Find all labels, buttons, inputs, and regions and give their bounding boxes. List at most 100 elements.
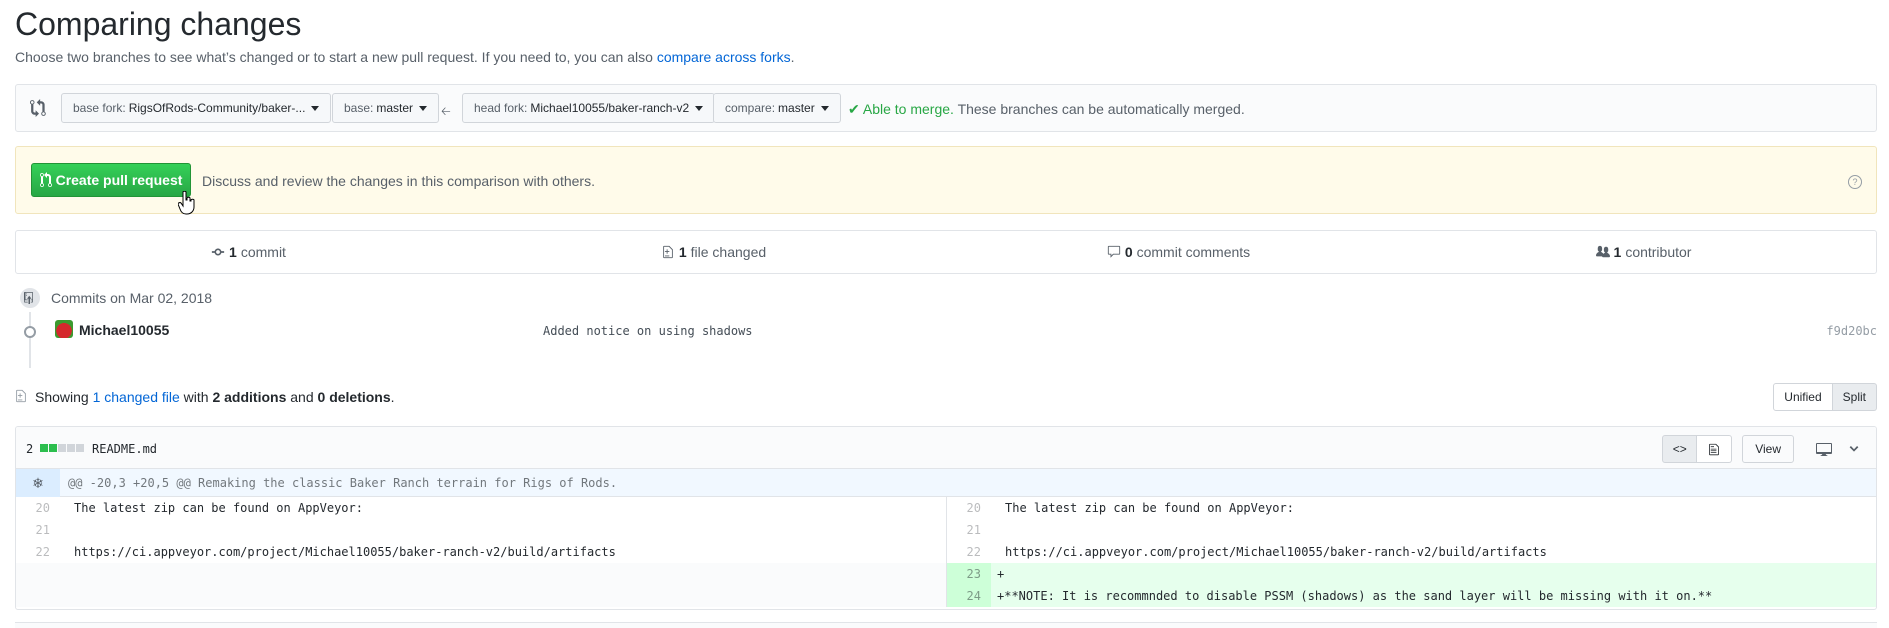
- left-line-number[interactable]: 22: [16, 541, 60, 563]
- avatar[interactable]: [55, 320, 73, 338]
- contributors-count: 1: [1613, 244, 1622, 260]
- commit-message-link[interactable]: Added notice on using shadows: [543, 324, 753, 338]
- right-line-number[interactable]: 20: [947, 497, 991, 519]
- right-code: https://ci.appveyor.com/project/Michael1…: [1005, 545, 1547, 559]
- check-icon: ✔: [848, 101, 860, 117]
- people-icon: [1595, 245, 1610, 258]
- base-fork-select[interactable]: base fork: RigsOfRods-Community/baker-...: [61, 93, 332, 123]
- diffstat-end: .: [390, 389, 395, 405]
- left-line-number[interactable]: 20: [16, 497, 60, 519]
- pr-description: Discuss and review the changes in this c…: [202, 173, 595, 189]
- left-code: The latest zip can be found on AppVeyor:: [74, 501, 363, 515]
- subtitle-end: .: [790, 49, 795, 65]
- file-diff-icon: [16, 389, 26, 403]
- arrow-left-icon: 🡠: [441, 104, 451, 118]
- caret-icon: [820, 105, 829, 111]
- file-actions: <> View: [1662, 435, 1866, 463]
- commit-comments-tab[interactable]: 0 commit comments: [946, 231, 1411, 273]
- comments-label: commit comments: [1136, 244, 1251, 260]
- view-file-button[interactable]: View: [1742, 435, 1794, 463]
- merge-status-text: These branches can be automatically merg…: [957, 101, 1245, 117]
- git-commit-icon: [24, 326, 36, 338]
- hunk-header-text: @@ -20,3 +20,5 @@ Remaking the classic B…: [68, 476, 618, 490]
- base-label: base:: [344, 101, 374, 115]
- git-commit-icon: [211, 248, 225, 256]
- diffstat-summary: Showing 1 changed file with 2 additions …: [35, 389, 395, 405]
- right-code: The latest zip can be found on AppVeyor:: [1005, 501, 1294, 515]
- file-name-link[interactable]: README.md: [92, 442, 157, 456]
- pointer-cursor-icon: [178, 191, 195, 215]
- right-line-number[interactable]: 21: [947, 519, 991, 541]
- caret-icon: [311, 105, 320, 111]
- page-title: Comparing changes: [15, 6, 302, 42]
- file-diff: 2 README.md <> View ❄ @@ -20,3 +20,5 @@ …: [15, 426, 1877, 610]
- file-icon[interactable]: [1697, 435, 1733, 463]
- added-code: +**NOTE: It is recommnded to disable PSS…: [991, 585, 1876, 607]
- files-label: file changed: [690, 244, 767, 260]
- base-fork-value: RigsOfRods-Community/baker-...: [128, 101, 306, 115]
- left-code: [60, 519, 946, 541]
- diff-row-addition: 23 +: [16, 563, 1876, 585]
- left-line-number[interactable]: 21: [16, 519, 60, 541]
- file-change-count: 2: [26, 442, 34, 456]
- hunk-header: ❄ @@ -20,3 +20,5 @@ Remaking the classic…: [16, 469, 1876, 497]
- compare-label: compare:: [725, 101, 776, 115]
- repo-push-icon: [18, 286, 42, 310]
- comments-count: 0: [1124, 244, 1133, 260]
- question-icon[interactable]: ?: [1848, 175, 1862, 189]
- files-count: 1: [678, 244, 687, 260]
- range-editor: base fork: RigsOfRods-Community/baker-...…: [15, 84, 1877, 132]
- comparison-summary: 1 commit 1 file changed 0 commit comments 1…: [15, 230, 1877, 274]
- diffstat-prefix: Showing: [35, 389, 89, 405]
- create-pull-request-button[interactable]: Create pull request: [31, 163, 191, 197]
- subtitle-text: Choose two branches to see what’s change…: [15, 49, 653, 65]
- base-branch-select[interactable]: base: master: [332, 93, 440, 123]
- commit-group-date: Commits on Mar 02, 2018: [51, 290, 213, 306]
- diff-row: 20 The latest zip can be found on AppVeyo…: [16, 497, 1876, 519]
- diff-row-addition: 24 +**NOTE: It is recommnded to disable P…: [16, 585, 1876, 607]
- empty-cell: [16, 585, 946, 607]
- create-pull-request-label: Create pull request: [55, 172, 183, 188]
- additions-count: 2 additions: [212, 389, 287, 405]
- diff-row: 22 https://ci.appveyor.com/project/Michae…: [16, 541, 1876, 563]
- code-icon[interactable]: <>: [1662, 435, 1698, 463]
- right-line-number[interactable]: 23: [947, 563, 991, 585]
- device-desktop-icon[interactable]: [1812, 437, 1836, 461]
- commit-author-link[interactable]: Michael10055: [79, 322, 169, 338]
- git-compare-icon: [30, 99, 46, 117]
- deletions-count: 0 deletions: [317, 389, 391, 405]
- split-button[interactable]: Split: [1832, 383, 1877, 411]
- commit-timeline: [29, 312, 31, 368]
- diffstat-and: and: [290, 389, 314, 405]
- file-diff-icon: [663, 245, 673, 259]
- base-value: master: [376, 101, 414, 115]
- head-fork-value: Michael10055/baker-ranch-v2: [530, 101, 690, 115]
- added-code: +: [991, 563, 1876, 585]
- unified-button[interactable]: Unified: [1773, 383, 1833, 411]
- diff-row: 21 21: [16, 519, 1876, 541]
- empty-cell: [16, 563, 946, 585]
- right-line-number[interactable]: 24: [947, 585, 991, 607]
- unfold-icon[interactable]: ❄: [16, 469, 60, 497]
- right-line-number[interactable]: 22: [947, 541, 991, 563]
- page-subtitle: Choose two branches to see what’s change…: [15, 49, 795, 65]
- commits-tab[interactable]: 1 commit: [16, 231, 481, 273]
- compare-branch-select[interactable]: compare: master: [713, 93, 841, 123]
- comment-icon: [1107, 245, 1120, 258]
- base-fork-label: base fork:: [73, 101, 126, 115]
- git-pull-request-icon: [39, 172, 52, 187]
- head-fork-select[interactable]: head fork: Michael10055/baker-ranch-v2: [462, 93, 716, 123]
- contributors-tab[interactable]: 1 contributor: [1411, 231, 1876, 273]
- caret-icon: [695, 105, 704, 111]
- commit-sha-link[interactable]: f9d20bc: [1826, 324, 1877, 338]
- left-code: https://ci.appveyor.com/project/Michael1…: [74, 545, 616, 559]
- changed-files-link[interactable]: 1 changed file: [93, 389, 180, 405]
- files-changed-tab[interactable]: 1 file changed: [481, 231, 946, 273]
- next-section-edge: [15, 622, 1877, 628]
- compare-across-forks-link[interactable]: compare across forks: [657, 49, 791, 65]
- right-code: [991, 519, 1876, 541]
- commits-count: 1: [229, 244, 237, 260]
- chevron-down-icon[interactable]: [1842, 437, 1866, 461]
- merge-ok-label: Able to merge.: [862, 101, 954, 117]
- head-fork-label: head fork:: [474, 101, 528, 115]
